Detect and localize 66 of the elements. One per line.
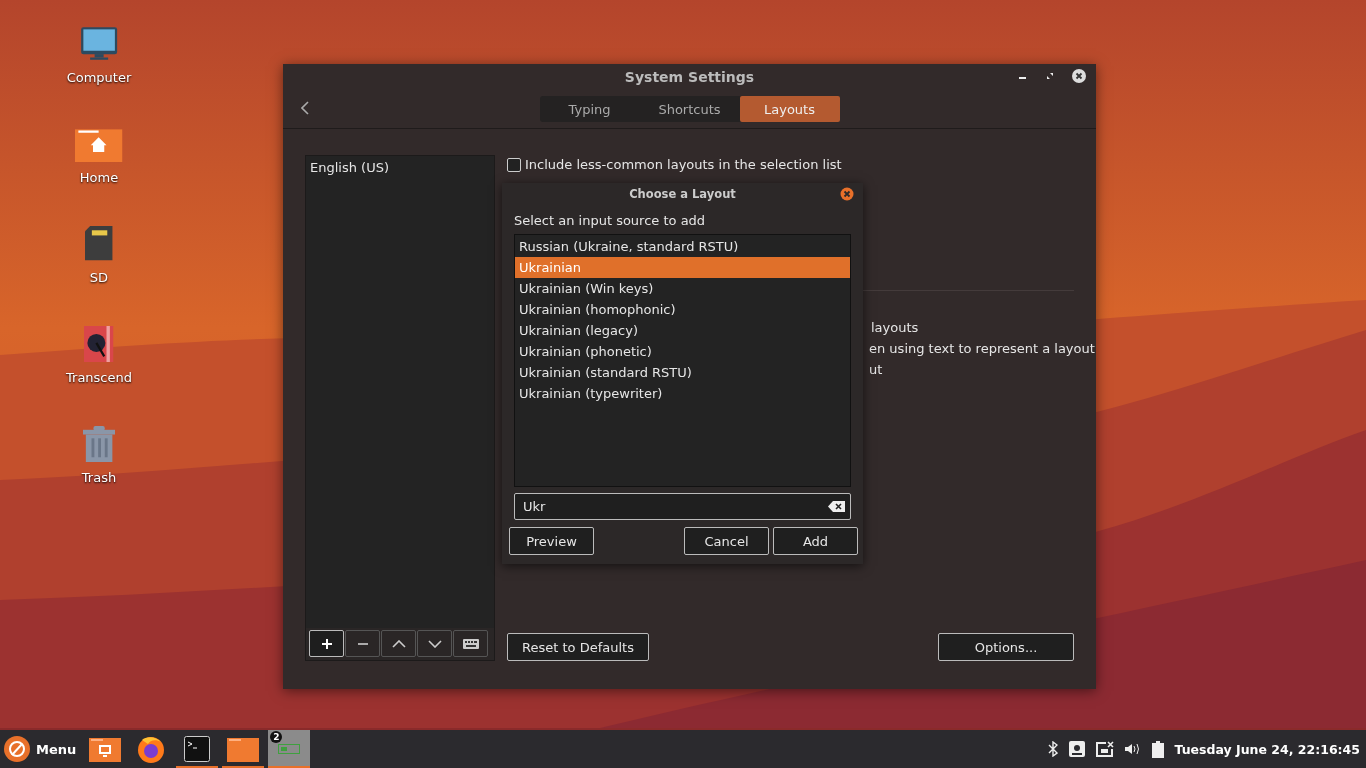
layout-choice-item[interactable]: Ukrainian (phonetic): [515, 341, 850, 362]
show-keyboard-button[interactable]: [453, 630, 488, 657]
count-badge: 2: [270, 731, 283, 743]
menu-button[interactable]: Menu: [0, 730, 85, 768]
running-indicator: [176, 766, 219, 768]
option-label: layouts: [871, 320, 919, 335]
layout-choice-item[interactable]: Ukrainian (typewriter): [515, 383, 850, 404]
option-label: en using text to represent a layout: [869, 341, 1095, 356]
clear-icon[interactable]: [828, 501, 845, 512]
preview-button[interactable]: Preview: [509, 527, 594, 555]
move-down-button[interactable]: [417, 630, 452, 657]
layout-choice-item[interactable]: Ukrainian (homophonic): [515, 299, 850, 320]
battery-icon[interactable]: [1151, 740, 1164, 758]
desktop-icon-label[interactable]: Transcend: [66, 370, 132, 385]
dialog-title: Choose a Layout: [629, 187, 736, 201]
tab[interactable]: Layouts: [739, 96, 840, 122]
back-icon[interactable]: [301, 101, 309, 115]
search-field[interactable]: Ukr: [514, 493, 851, 520]
desktop-icon-label[interactable]: Home: [79, 170, 119, 185]
desktop-icon-label[interactable]: Trash: [81, 470, 117, 485]
layout-choice-item[interactable]: Ukrainian (standard RSTU): [515, 362, 850, 383]
layout-choice-item[interactable]: Ukrainian (Win keys): [515, 278, 850, 299]
remove-layout-button[interactable]: [345, 630, 380, 657]
cancel-button[interactable]: Cancel: [684, 527, 769, 555]
terminal-icon: [184, 736, 211, 762]
layout-list-item[interactable]: English (US): [306, 156, 494, 179]
chevron-up-icon: [391, 639, 406, 648]
close-icon[interactable]: [1072, 69, 1086, 83]
maximize-icon[interactable]: [1045, 71, 1055, 81]
add-button[interactable]: Add: [773, 527, 858, 555]
checkbox[interactable]: [507, 157, 521, 172]
bluetooth-icon[interactable]: [1047, 741, 1058, 757]
dialog-prompt: Select an input source to add: [514, 213, 707, 228]
home-folder-icon[interactable]: [75, 126, 123, 162]
logo-icon: [4, 736, 30, 762]
workspace-icon: [278, 744, 301, 754]
plus-icon: [320, 637, 333, 650]
network-disconnected-icon[interactable]: [1095, 741, 1114, 757]
keyboard-icon: [462, 638, 479, 649]
folder-icon: [227, 736, 260, 762]
tab[interactable]: Shortcuts: [639, 96, 740, 122]
webcam-icon[interactable]: [1068, 741, 1085, 757]
layout-choice-item[interactable]: Ukrainian (legacy): [515, 320, 850, 341]
disc-drive-icon[interactable]: [84, 326, 114, 362]
running-indicator: [222, 766, 265, 768]
option-label: ut: [869, 362, 883, 377]
move-up-button[interactable]: [381, 630, 416, 657]
volume-icon[interactable]: [1124, 743, 1141, 755]
sd-card-icon[interactable]: [85, 226, 113, 262]
add-layout-button[interactable]: [309, 630, 344, 657]
chevron-down-icon: [427, 639, 442, 648]
running-indicator: [268, 766, 311, 768]
monitor-icon[interactable]: [79, 26, 119, 62]
taskbar-item[interactable]: 2: [268, 730, 311, 768]
close-icon[interactable]: [840, 187, 854, 201]
options-button[interactable]: Options...: [938, 633, 1074, 661]
clock[interactable]: Tuesday June 24, 22:16:45: [1174, 741, 1360, 757]
tab[interactable]: Typing: [539, 96, 640, 122]
network-folder-icon: [89, 736, 122, 762]
reset-button[interactable]: Reset to Defaults: [507, 633, 649, 661]
desktop-icon-label[interactable]: SD: [89, 270, 109, 285]
desktop-icon-label[interactable]: Computer: [66, 70, 132, 85]
checkbox-label[interactable]: Include less-common layouts in the selection list: [525, 157, 842, 172]
window-title: System Settings: [624, 69, 755, 85]
layout-choice-item[interactable]: Russian (Ukraine, standard RSTU): [515, 236, 850, 257]
browser-icon: [136, 734, 167, 764]
